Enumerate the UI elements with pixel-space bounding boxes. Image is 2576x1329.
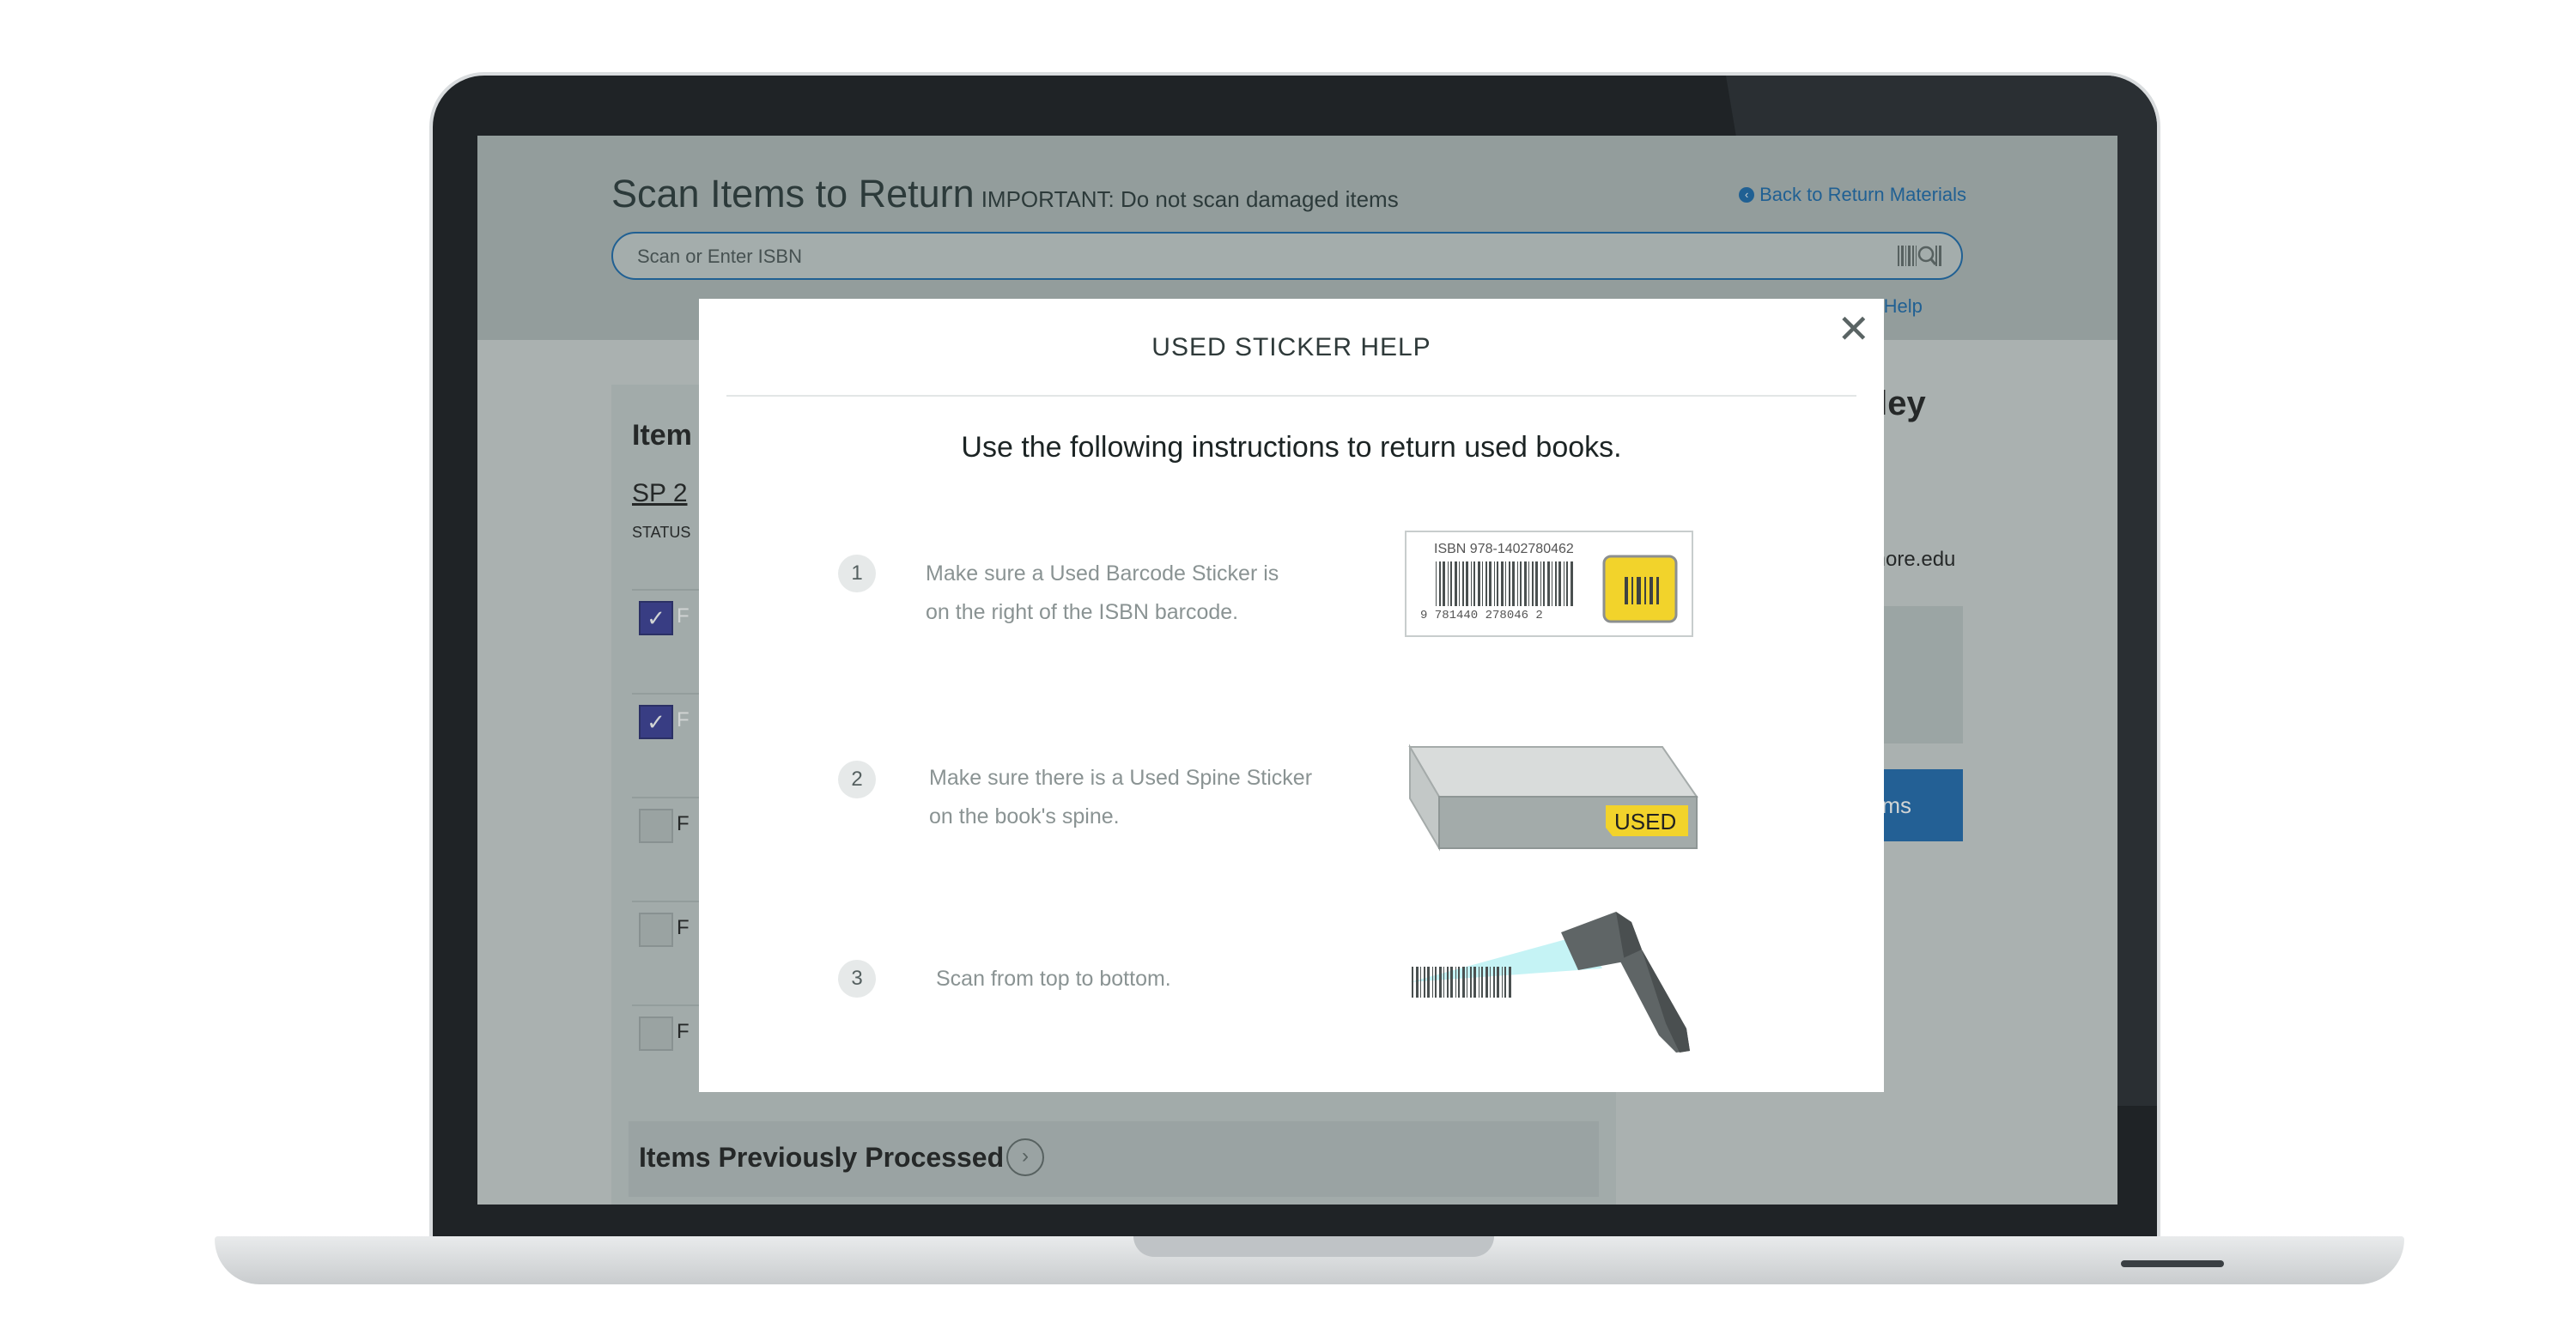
used-spine-sticker-illustration: USED [1408,743,1698,852]
step-1-text: Make sure a Used Barcode Sticker is on t… [926,561,1279,624]
modal-title: USED STICKER HELP [1151,333,1431,361]
close-icon[interactable]: ✕ [1837,309,1870,349]
used-barcode-sticker-illustration: ISBN 978-1402780462 9 781440 278046 2 [1405,531,1693,637]
barcode-scanner-illustration [1410,912,1690,1053]
step-3-number: 3 [838,960,876,998]
modal-divider [726,395,1856,397]
barcode-digits: 9 781440 278046 2 [1420,609,1543,622]
laptop-notch [1133,1236,1494,1257]
step-1-number: 1 [838,555,876,592]
step-2-text: Make sure there is a Used Spine Sticker … [929,766,1313,828]
isbn-label-text: ISBN 978-1402780462 [1434,542,1574,556]
used-sticker-help-modal: USED STICKER HELP ✕ Use the following in… [699,299,1884,1092]
step-2-number: 2 [838,761,876,798]
laptop-slot [2121,1260,2224,1267]
modal-intro: Use the following instructions to return… [961,431,1622,464]
spine-used-text: USED [1614,809,1676,834]
step-3-text: Scan from top to bottom. [936,967,1171,991]
